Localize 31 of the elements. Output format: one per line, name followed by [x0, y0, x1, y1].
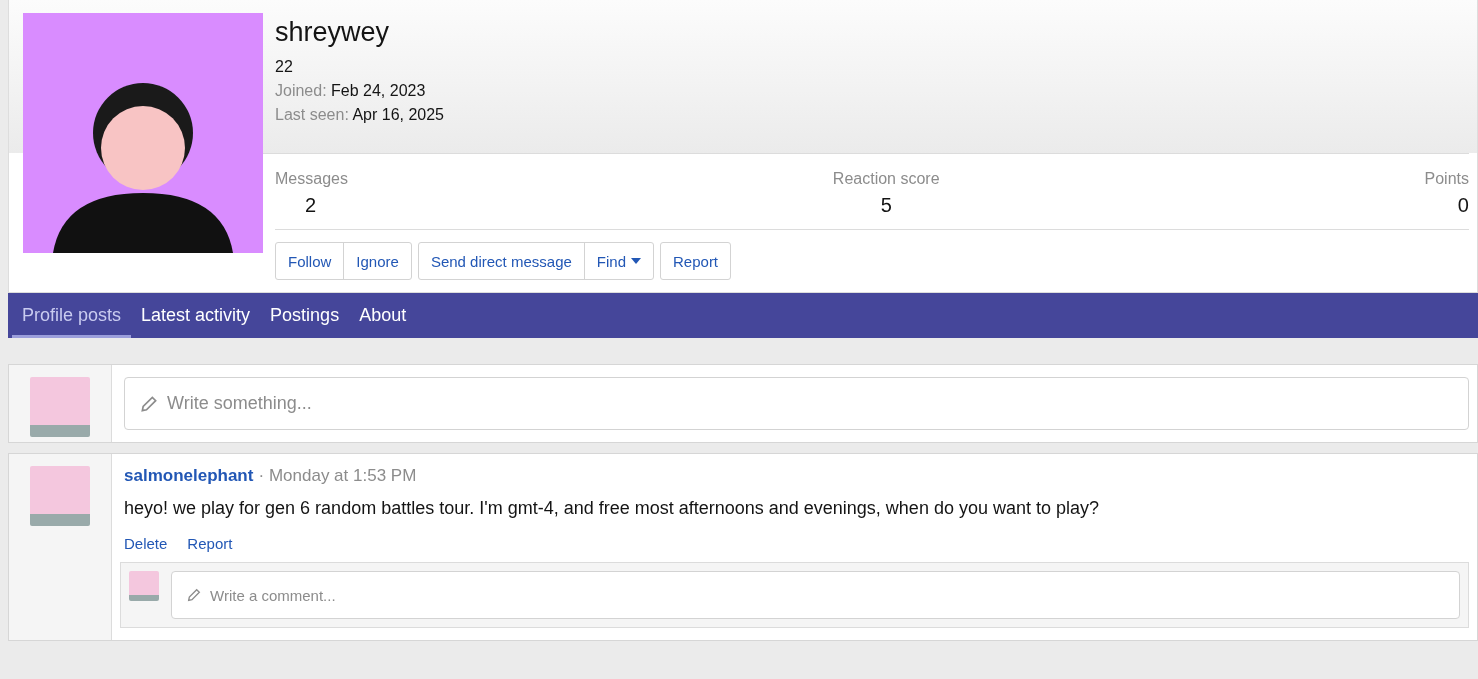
profile-tab[interactable]: About: [349, 293, 417, 338]
profile-action-button[interactable]: Follow: [276, 243, 344, 279]
joined-date: Feb 24, 2023: [331, 82, 426, 99]
username: shreywey: [275, 17, 391, 48]
last-seen-date: Apr 16, 2025: [352, 106, 444, 123]
post-action-link[interactable]: Report: [187, 535, 233, 552]
avatar-image: [30, 377, 90, 437]
profile-action-button[interactable]: Find: [583, 243, 653, 279]
post-text: heyo! we play for gen 6 random battles tour. I'm gmt-4, and free most afternoons and evenings, when do you want to play?: [124, 498, 1100, 519]
profile-tab[interactable]: Latest activity: [131, 293, 261, 338]
post-action-link[interactable]: Delete: [124, 535, 168, 552]
stat-value: 5: [879, 194, 893, 217]
stat-value: 0: [1457, 194, 1469, 217]
pencil-icon: [139, 393, 159, 414]
stat-label: Messages: [275, 170, 348, 188]
last-seen-label: Last seen:: [275, 106, 349, 123]
stat-label: Reaction score: [832, 170, 940, 188]
stat-label: Points: [1424, 170, 1469, 188]
post-time: · Monday at 1:53 PM: [258, 466, 417, 485]
profile-action-button[interactable]: Send direct message: [418, 243, 584, 279]
profile-tab[interactable]: Profile posts: [12, 293, 132, 338]
pencil-icon: [186, 587, 202, 603]
stat-value: 2: [304, 194, 318, 217]
avatar-image: [30, 466, 90, 526]
avatar-image: [129, 571, 159, 601]
profile-tab[interactable]: Postings: [260, 293, 350, 338]
profile-action-button[interactable]: Ignore: [343, 243, 411, 279]
author-link[interactable]: salmonelephant: [124, 466, 254, 485]
joined-label: Joined:: [275, 82, 327, 99]
age: 22: [275, 58, 294, 76]
profile-action-button[interactable]: Report: [661, 243, 731, 279]
